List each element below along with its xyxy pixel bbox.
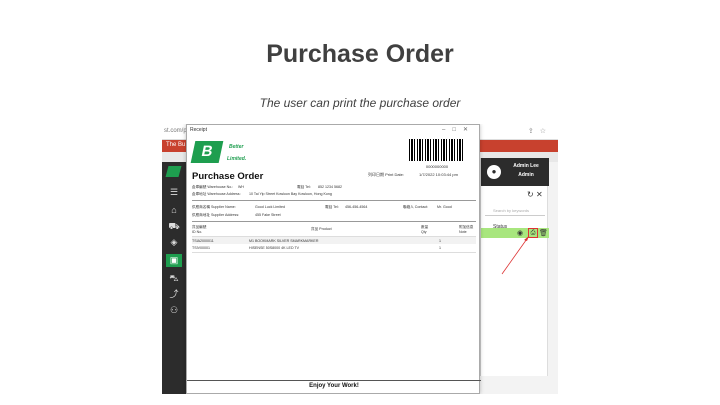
contact-label: 聯絡人 Contact: [403,205,429,209]
minimize-icon[interactable]: – [442,127,452,133]
logo-text-limited: Limited. [227,156,247,162]
warehouse-address-label: 倉庫地址 Warehouse Address: [192,192,241,196]
supplier-tel-value: 456-456-4564 [345,205,368,209]
warehouse-no-value: WH [238,185,244,189]
maximize-icon[interactable]: □ [452,127,463,133]
print-date-label: 列印日期 Print Date: [368,172,405,177]
footer-message: Enjoy Your Work! [309,383,359,389]
warehouse-tel-value: 852 1234 5682 [318,185,342,189]
slide-title: Purchase Order [266,40,454,68]
warehouse-address-value: 10 Tai Yip Street Kowloon Bay Kowloon, H… [249,192,332,196]
supplier-name-value: Good Luck Limited [255,205,285,209]
product-header: 貨品 Product [311,227,332,231]
supplier-name-label: 供應商名稱 Supplier Name: [192,205,236,209]
barcode [409,139,465,161]
company-logo: B [190,141,224,163]
barcode-number: 0000000000 [425,164,449,169]
warehouse-tel-label: 電話 Tel: [297,185,311,189]
window-close-icon[interactable]: ✕ [463,127,475,133]
section-divider [192,200,476,201]
supplier-address-label: 供應商地址 Supplier Address: [192,213,240,217]
footer-divider [187,380,481,381]
row-product: M1 BOOKMARK SILVER SMARKMARKER [249,239,319,243]
row-qty: 1 [439,239,441,243]
print-preview-dialog: Receipt –□✕ B Better Limited. 0000000000… [186,124,481,394]
row-product: HISENSE 50S8000 4K LED TV [249,246,300,250]
note-header-en: Note [459,230,467,234]
contact-value: Mr. Good [437,205,452,209]
table-row-divider [192,252,476,253]
row-sku: TSIV00001 [192,246,210,250]
supplier-address-value: 455 Fake Street [255,213,281,217]
row-sku: TSIA2000011 [192,239,214,243]
document-title: Purchase Order [192,171,264,182]
row-qty: 1 [439,246,441,250]
dialog-title: Receipt [190,127,207,133]
logo-text-better: Better [229,144,244,150]
sku-header-en: ID No. [192,230,203,234]
print-date-value: 1/7/2022 10:03:44 pm [419,172,458,177]
warehouse-no-label: 倉庫編號 Warehouse No.: [192,185,234,189]
app-screenshot: st.com/pu ⇪☆ The Bu ☰ ⌂ ⛟ ◈ ▣ ⛍ ⤴ ⚇ ● Ad… [162,124,558,394]
window-controls: –□✕ [442,126,475,133]
supplier-tel-label: 電話 Tel: [325,205,339,209]
section-divider [192,221,476,222]
table-row [192,237,476,244]
qty-header-en: Qty [421,230,427,234]
slide-subtitle: The user can print the purchase order [259,96,461,110]
